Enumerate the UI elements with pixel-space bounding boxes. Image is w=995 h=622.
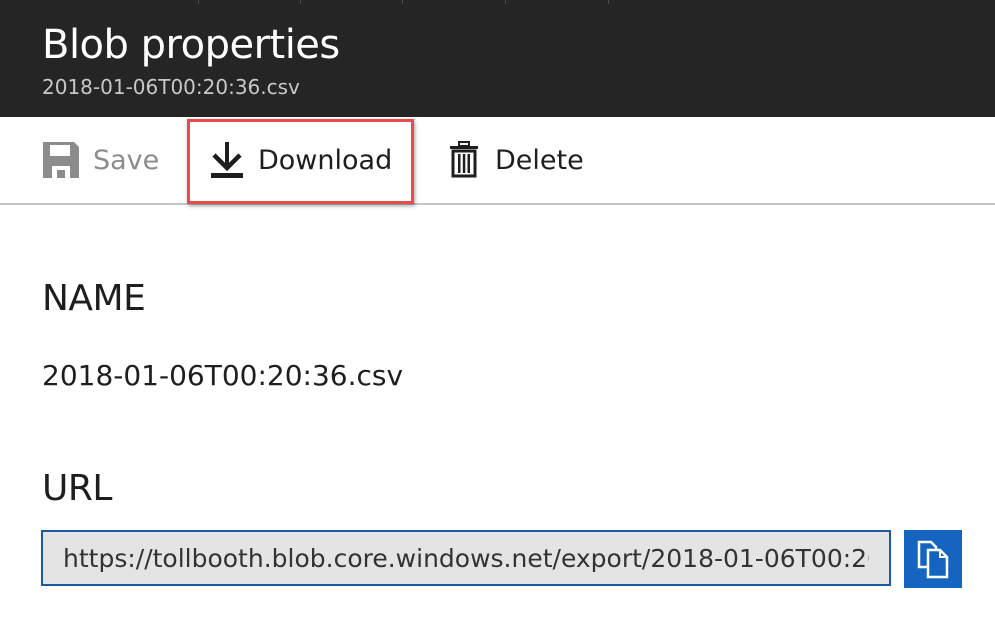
- delete-button[interactable]: Delete: [443, 117, 584, 203]
- page-title: Blob properties: [42, 22, 340, 68]
- save-button[interactable]: Save: [40, 117, 159, 203]
- save-label: Save: [93, 144, 160, 176]
- tab-strip-edge: [0, 0, 995, 4]
- url-field[interactable]: [41, 530, 891, 586]
- download-icon: [206, 139, 248, 181]
- trash-icon: [443, 139, 485, 181]
- download-label: Download: [258, 144, 393, 176]
- copy-button[interactable]: [904, 530, 962, 588]
- blade-header: Blob properties 2018-01-06T00:20:36.csv: [0, 0, 995, 117]
- name-value: 2018-01-06T00:20:36.csv: [42, 359, 404, 392]
- save-icon: [40, 139, 82, 181]
- name-label: NAME: [42, 278, 146, 319]
- page-subtitle: 2018-01-06T00:20:36.csv: [42, 75, 300, 99]
- download-button[interactable]: Download: [206, 117, 392, 203]
- delete-label: Delete: [495, 144, 584, 176]
- url-label: URL: [42, 468, 112, 509]
- copy-icon: [916, 539, 950, 579]
- command-bar: Save Download Delete: [0, 117, 995, 205]
